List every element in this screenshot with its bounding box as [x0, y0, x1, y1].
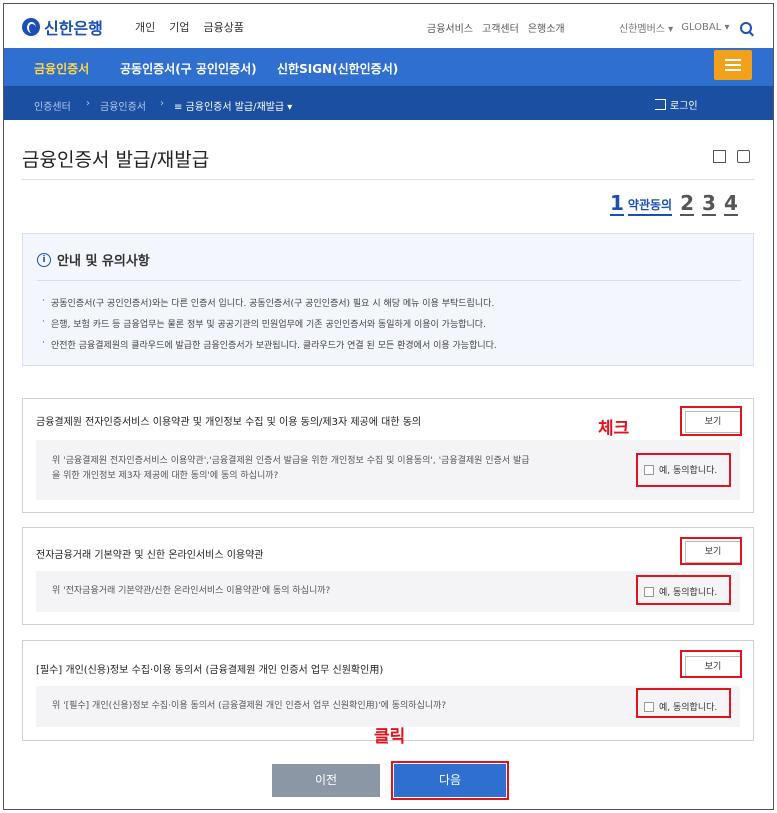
crumb-separator-icon: › [86, 98, 90, 109]
family-site-dropdown[interactable]: 신한멤버스 ▾ [619, 20, 673, 35]
notice-divider [37, 280, 741, 281]
page-frame: 신한은행 개인 기업 금융상품 금융서비스 고객센터 은행소개 신한멤버스 ▾ … [3, 3, 774, 810]
brand-logo[interactable]: 신한은행 [22, 15, 103, 39]
highlight-box [391, 761, 509, 800]
login-icon [655, 99, 666, 110]
notice-box: i 안내 및 유의사항 공동인증서(구 공인인증서)와는 다른 인증서 입니다.… [22, 233, 754, 366]
login-label: 로그인 [670, 101, 698, 112]
agreement-question-box: 위 '금융결제원 전자인증서비스 이용약관','금융결제원 인증서 발급을 위한… [36, 440, 740, 500]
notice-item: 공동인증서(구 공인인증서)와는 다른 인증서 입니다. 공동인증서(구 공인인… [42, 296, 494, 309]
crumb-separator-icon: › [160, 98, 164, 109]
nav-personal[interactable]: 개인 [135, 19, 155, 35]
agreement-question-box: 위 '[필수] 개인(신용)정보 수집·이용 동의서 (금융결제원 개인 인증서… [36, 686, 740, 727]
highlight-box [636, 453, 731, 487]
tab-joint-certificate[interactable]: 공동인증서(구 공인인증서) [120, 60, 257, 77]
highlight-box [680, 406, 742, 436]
nav-products[interactable]: 금융상품 [204, 19, 244, 35]
crumb-auth-center[interactable]: 인증센터 [34, 98, 71, 113]
highlight-box [680, 650, 742, 678]
page-title: 금융인증서 발급/재발급 [22, 149, 210, 171]
top-header: 신한은행 개인 기업 금융상품 금융서비스 고객센터 은행소개 신한멤버스 ▾ … [4, 4, 773, 48]
shinhan-logo-icon [22, 18, 40, 36]
print-icon[interactable] [737, 150, 750, 163]
tab-shinhan-sign[interactable]: 신한SIGN(신한인증서) [277, 60, 398, 77]
highlight-box [636, 688, 731, 718]
agreement-question: 위 '전자금융거래 기본약관/신한 온라인서비스 이용약관'에 동의 하십니까? [52, 586, 331, 596]
step-1: 1 [610, 191, 624, 216]
agreement-title: [필수] 개인(신용)정보 수집·이용 동의서 (금융결제원 개인 인증서 업무… [36, 665, 384, 676]
info-icon: i [37, 252, 51, 267]
agreement-question: 위 '금융결제원 전자인증서비스 이용약관','금융결제원 인증서 발급을 위한… [52, 456, 530, 466]
step-indicator: 1 약관동의 2 3 4 [610, 192, 738, 216]
prev-button[interactable]: 이전 [272, 764, 380, 797]
highlight-box [680, 537, 742, 565]
step-2: 2 [680, 191, 695, 216]
agreement-question: 을 위한 개인정보 제3자 제공에 대한 동의'에 동의 하십니까? [52, 471, 279, 481]
notice-item: 안전한 금융결제원의 클라우드에 발급한 금융인증서가 보관됩니다. 클라우드가… [42, 338, 497, 351]
step-4: 4 [723, 191, 738, 216]
brand-name: 신한은행 [44, 19, 103, 38]
utility-nav: 금융서비스 고객센터 은행소개 [427, 20, 565, 35]
hamburger-icon [725, 59, 741, 61]
tab-financial-certificate[interactable]: 금융인증서 [34, 60, 89, 77]
nav-customer-center[interactable]: 고객센터 [482, 20, 519, 35]
agreement-title: 금융결제원 전자인증서비스 이용약관 및 개인정보 수집 및 이용 동의/제3자… [36, 417, 422, 428]
step-3: 3 [702, 191, 716, 216]
search-icon[interactable] [739, 21, 752, 34]
highlight-box [636, 575, 731, 605]
agreement-question-box: 위 '전자금융거래 기본약관/신한 온라인서비스 이용약관'에 동의 하십니까?… [36, 571, 740, 612]
crumb-financial-cert[interactable]: 금융인증서 [100, 98, 146, 113]
breadcrumb: 인증센터 › 금융인증서 › ≡ 금융인증서 발급/재발급 ▾ 로그인 [4, 86, 773, 120]
menu-button[interactable] [714, 50, 752, 80]
title-divider [22, 179, 754, 180]
login-link[interactable]: 로그인 [655, 97, 698, 112]
agreement-title: 전자금융거래 기본약관 및 신한 온라인서비스 이용약관 [36, 550, 264, 561]
notice-header: i 안내 및 유의사항 [37, 250, 150, 269]
right-nav: 신한멤버스 ▾ GLOBAL ▾ [619, 20, 752, 35]
global-dropdown[interactable]: GLOBAL ▾ [681, 22, 729, 33]
nav-financial-service[interactable]: 금융서비스 [427, 20, 473, 35]
notice-title: 안내 및 유의사항 [57, 254, 150, 269]
nav-bank-intro[interactable]: 은행소개 [528, 20, 565, 35]
crumb-current-dropdown[interactable]: ≡ 금융인증서 발급/재발급 ▾ [174, 98, 292, 113]
agreement-question: 위 '[필수] 개인(신용)정보 수집·이용 동의서 (금융결제원 개인 인증서… [52, 701, 447, 711]
notice-item: 은행, 보험 카드 등 금융업무는 물론 정부 및 공공기관의 민원업무에 기존… [42, 317, 486, 330]
nav-corporate[interactable]: 기업 [169, 19, 189, 35]
main-nav: 개인 기업 금융상품 [135, 19, 244, 35]
step-1-label: 약관동의 [627, 196, 673, 216]
download-icon[interactable] [713, 150, 726, 163]
annotation-click: 클릭 [374, 727, 406, 747]
certificate-nav: 금융인증서 공동인증서(구 공인인증서) 신한SIGN(신한인증서) [4, 48, 773, 86]
annotation-check: 체크 [598, 419, 630, 439]
